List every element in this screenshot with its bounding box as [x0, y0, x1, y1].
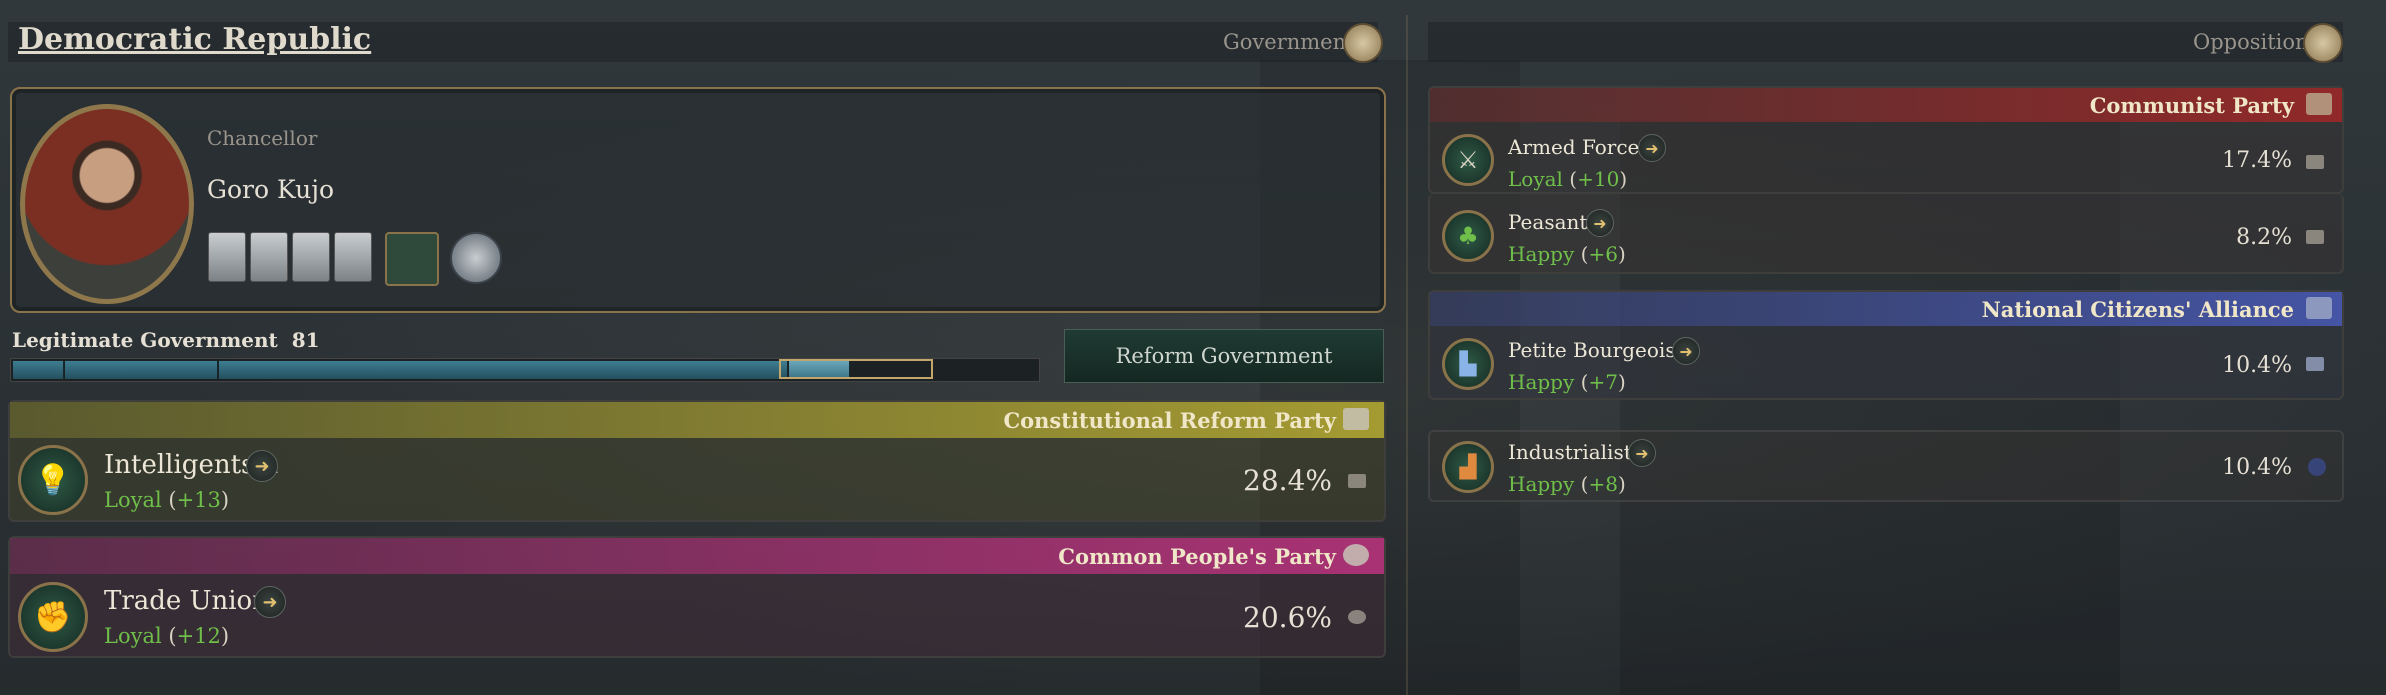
party-flag-icon	[2306, 297, 2332, 319]
approval-modifier: +13	[176, 488, 221, 512]
approval-modifier: +6	[1588, 242, 1618, 266]
trait-rank-icon[interactable]	[334, 232, 372, 282]
trait-crown-icon[interactable]	[292, 232, 330, 282]
clout-percent: 10.4%	[2222, 455, 2292, 480]
legitimacy-threshold-marker	[779, 359, 933, 379]
legitimacy-segment	[65, 361, 218, 379]
arrow-right-icon[interactable]: ➜	[246, 450, 278, 482]
opposition-icon[interactable]	[2303, 23, 2343, 63]
arrow-right-icon[interactable]: ➜	[254, 586, 286, 618]
ideology-icon[interactable]	[450, 232, 502, 284]
interest-group-name[interactable]: Petite Bourgeoisie	[1508, 338, 1694, 362]
approval-status: Happy (+7)	[1508, 370, 1626, 394]
approval-status: Happy (+8)	[1508, 472, 1626, 496]
arrow-right-icon[interactable]: ➜	[1672, 337, 1700, 365]
party-flag-icon	[2306, 93, 2332, 115]
legitimacy-label-text: Legitimate Government	[12, 328, 278, 352]
interest-group-name[interactable]: Peasants	[1508, 210, 1598, 234]
approval-modifier: +8	[1588, 472, 1618, 496]
approval-status: Happy (+6)	[1508, 242, 1626, 266]
arrow-right-icon[interactable]: ➜	[1628, 439, 1656, 467]
clout-percent: 20.6%	[1243, 601, 1332, 634]
lightbulb-icon[interactable]	[385, 232, 439, 286]
approval-modifier: +10	[1577, 167, 1620, 191]
clout-percent: 8.2%	[2236, 225, 2292, 250]
leader-role: Chancellor	[207, 126, 318, 150]
party-name: Constitutional Reform Party	[1003, 407, 1336, 433]
approval-status: Loyal (+10)	[1508, 167, 1628, 191]
interest-group-name[interactable]: Armed Forces	[1508, 135, 1650, 159]
approval-modifier: +7	[1588, 370, 1618, 394]
lightbulb-icon[interactable]: 💡	[18, 445, 88, 515]
approval-status: Loyal (+13)	[104, 488, 230, 512]
arrow-right-icon[interactable]: ➜	[1638, 134, 1666, 162]
party-name: National Citizens' Alliance	[1981, 296, 2294, 322]
leader-name[interactable]: Goro Kujo	[207, 175, 334, 204]
trait-rose-icon[interactable]	[208, 232, 246, 282]
legitimacy-value: 81	[291, 328, 320, 352]
clout-percent: 28.4%	[1243, 464, 1332, 497]
page-title[interactable]: Democratic Republic	[18, 22, 371, 57]
clout-percent: 17.4%	[2222, 148, 2292, 173]
legitimacy-label: Legitimate Government 81	[12, 328, 320, 352]
clout-percent: 10.4%	[2222, 353, 2292, 378]
party-header[interactable]: Communist Party	[1430, 88, 2342, 122]
approval-label: Happy	[1508, 242, 1575, 266]
approval-label: Loyal	[104, 624, 162, 648]
legitimacy-segment	[219, 361, 788, 379]
crossed-swords-icon[interactable]: ⚔	[1442, 134, 1494, 186]
party-flag-icon	[1348, 474, 1366, 488]
buildings-icon[interactable]: ▙	[1442, 338, 1494, 390]
fist-icon[interactable]: ✊	[18, 582, 88, 652]
approval-label: Happy	[1508, 472, 1575, 496]
independent-icon	[2308, 458, 2326, 476]
government-icon[interactable]	[1343, 23, 1383, 63]
approval-status: Loyal (+12)	[104, 624, 230, 648]
party-flag-icon	[2306, 357, 2324, 371]
factory-icon[interactable]: ▟	[1442, 441, 1494, 493]
legitimacy-segment	[13, 361, 64, 379]
government-label: Government	[1223, 30, 1355, 54]
reform-government-button[interactable]: Reform Government	[1064, 329, 1384, 383]
party-flag-icon	[1343, 408, 1369, 430]
opposition-label: Opposition	[2193, 30, 2309, 54]
tree-icon[interactable]: ♣	[1442, 210, 1494, 262]
approval-label: Loyal	[104, 488, 162, 512]
party-flag-icon	[2306, 155, 2324, 169]
party-header[interactable]: National Citizens' Alliance	[1430, 292, 2342, 326]
approval-label: Happy	[1508, 370, 1575, 394]
party-name: Communist Party	[2089, 92, 2294, 118]
party-name: Common People's Party	[1058, 543, 1336, 569]
leader-portrait[interactable]	[20, 104, 194, 304]
party-flag-icon	[2306, 230, 2324, 244]
party-flag-icon	[1348, 610, 1366, 624]
party-header[interactable]: Constitutional Reform Party	[10, 402, 1384, 438]
trait-chevron-icon[interactable]	[250, 232, 288, 282]
interest-group-name[interactable]: Industrialists	[1508, 440, 1642, 464]
legitimacy-bar[interactable]	[10, 358, 1040, 382]
party-flag-icon	[1343, 544, 1369, 566]
panel-divider	[1406, 15, 1408, 695]
arrow-right-icon[interactable]: ➜	[1586, 209, 1614, 237]
approval-label: Loyal	[1508, 167, 1563, 191]
approval-modifier: +12	[176, 624, 221, 648]
party-header[interactable]: Common People's Party	[10, 538, 1384, 574]
